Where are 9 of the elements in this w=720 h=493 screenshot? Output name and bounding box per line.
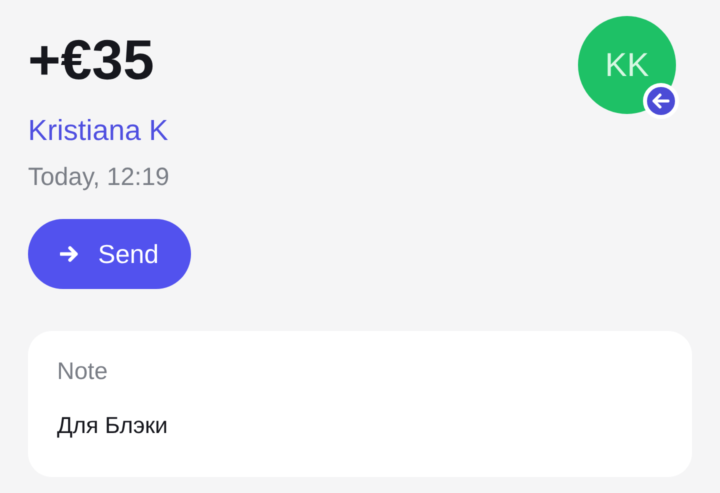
amount: +€35 — [28, 27, 156, 93]
incoming-arrow-badge-icon — [643, 83, 679, 119]
note-text: Для Блэки — [57, 411, 168, 440]
send-button[interactable]: Send — [28, 219, 191, 289]
avatar: KK — [578, 16, 676, 114]
counterparty-name[interactable]: Kristiana K — [28, 114, 168, 148]
transaction-time: Today, 12:19 — [28, 162, 170, 192]
note-label: Note — [57, 357, 108, 387]
arrow-right-icon — [60, 246, 80, 262]
